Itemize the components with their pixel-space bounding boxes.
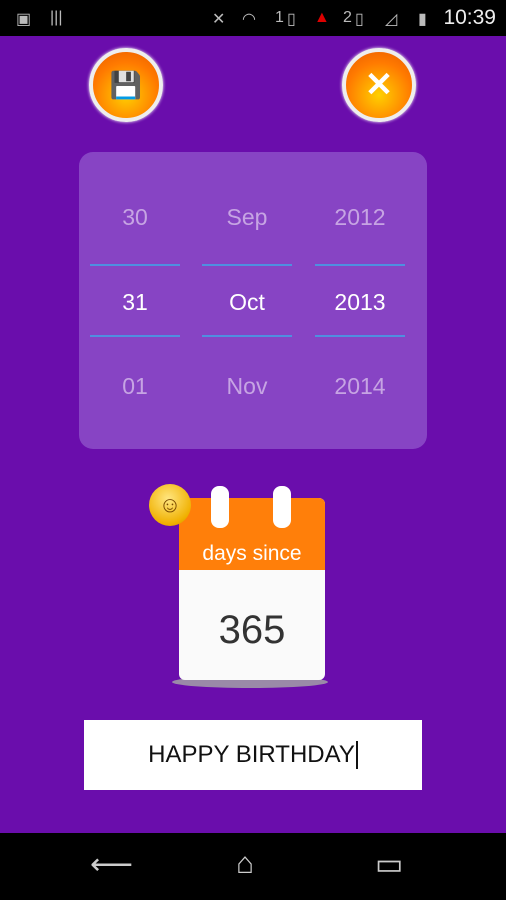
clock: 10:39 (443, 6, 496, 29)
month-prev[interactable]: Sep (202, 204, 292, 231)
divider (202, 335, 292, 337)
message-input[interactable]: HAPPY BIRTHDAY (84, 720, 422, 790)
year-column[interactable]: 2012 2013 2014 (315, 152, 405, 449)
year-next[interactable]: 2014 (315, 373, 405, 400)
image-icon: ▣ (16, 11, 32, 28)
barcode-icon: ||| (50, 9, 63, 26)
divider (90, 264, 180, 266)
alert-icon: ▲ (314, 9, 330, 26)
message-text: HAPPY BIRTHDAY (148, 741, 355, 768)
divider (202, 264, 292, 266)
signal-icon: ◿ (385, 11, 398, 28)
save-floppy-icon: 💾 (109, 69, 143, 100)
day-prev[interactable]: 30 (90, 204, 180, 231)
day-column[interactable]: 30 31 01 (90, 152, 180, 449)
close-button[interactable]: ✕ (342, 48, 416, 122)
recents-icon[interactable]: ▭ (375, 847, 403, 882)
days-counter-card: days since 365 (179, 498, 325, 680)
date-picker: 30 31 01 Sep Oct Nov 2012 2013 2014 (79, 152, 427, 449)
close-x-icon: ✕ (364, 66, 394, 104)
divider (315, 264, 405, 266)
divider (90, 335, 180, 337)
year-prev[interactable]: 2012 (315, 204, 405, 231)
counter-label: days since (202, 542, 302, 565)
month-column[interactable]: Sep Oct Nov (202, 152, 292, 449)
sim-icon: ▯ (355, 11, 364, 28)
navigation-bar: ⟵ ⌂ ▭ (0, 833, 506, 900)
battery-charging-icon: ▮ (418, 11, 427, 28)
day-next[interactable]: 01 (90, 373, 180, 400)
month-next[interactable]: Nov (202, 373, 292, 400)
month-selected[interactable]: Oct (202, 289, 292, 316)
year-selected[interactable]: 2013 (315, 289, 405, 316)
smiley-icon[interactable]: ☺ (149, 484, 191, 526)
wifi-icon: ◠ (242, 11, 256, 28)
day-selected[interactable]: 31 (90, 289, 180, 316)
sim-icon: ▯ (287, 11, 296, 28)
text-cursor (355, 741, 358, 769)
divider (315, 335, 405, 337)
calendar-ring (211, 486, 229, 528)
home-icon[interactable]: ⌂ (236, 847, 254, 881)
sim1-label: 1 (275, 9, 284, 26)
back-icon[interactable]: ⟵ (90, 847, 133, 882)
mute-icon: ✕ (212, 11, 226, 28)
status-bar: ▣ ||| ✕ ◠ 1 ▯ ▲ 2 ▯ ◿ ▮ 10:39 (0, 0, 506, 36)
calendar-ring (273, 486, 291, 528)
save-button[interactable]: 💾 (89, 48, 163, 122)
sim2-label: 2 (343, 9, 352, 26)
counter-value: 365 (218, 608, 286, 652)
